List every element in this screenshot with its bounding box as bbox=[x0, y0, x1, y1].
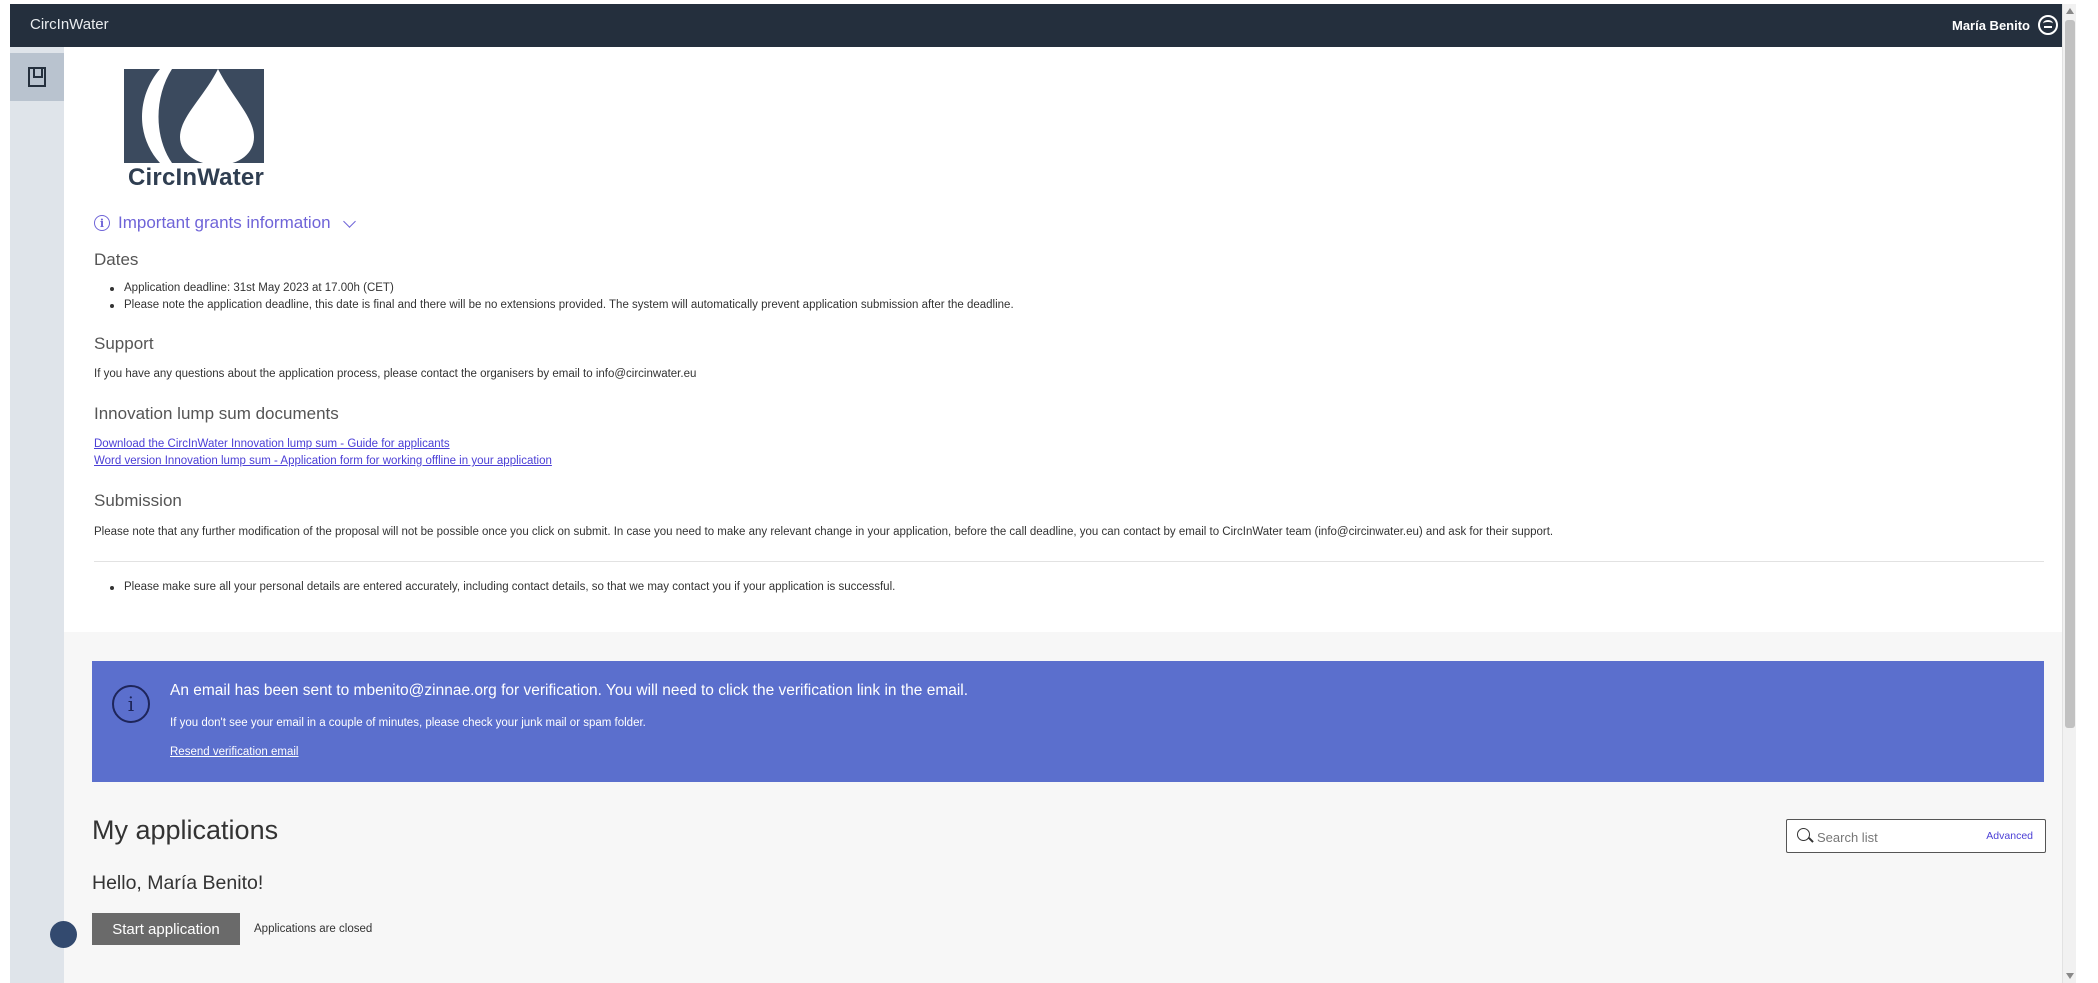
user-menu[interactable]: María Benito bbox=[1952, 15, 2058, 35]
bookmark-icon bbox=[28, 67, 46, 87]
info-icon: i bbox=[94, 215, 110, 231]
verification-message: An email has been sent to mbenito@zinnae… bbox=[170, 682, 969, 699]
sidebar bbox=[10, 47, 64, 983]
scrollbar[interactable] bbox=[2062, 4, 2076, 983]
submission-title: Submission bbox=[94, 491, 182, 510]
grants-info-panel: CircInWater i Important grants informati… bbox=[64, 47, 2062, 632]
app-frame: CircInWater María Benito CircInWater i I… bbox=[10, 4, 2076, 983]
greeting: Hello, María Benito! bbox=[92, 872, 264, 894]
applications-status-note: Applications are closed bbox=[254, 923, 373, 935]
search-icon bbox=[1797, 828, 1810, 841]
sidebar-item-applications[interactable] bbox=[10, 53, 64, 101]
support-text: If you have any questions about the appl… bbox=[94, 368, 697, 380]
search-input[interactable] bbox=[1817, 827, 1967, 847]
user-avatar-icon[interactable] bbox=[2038, 15, 2058, 35]
submission-text: Please note that any further modificatio… bbox=[94, 526, 1554, 538]
scrollbar-thumb[interactable] bbox=[2065, 20, 2075, 728]
divider bbox=[94, 561, 2044, 562]
page-title: My applications bbox=[92, 815, 279, 845]
list-item: Please make sure all your personal detai… bbox=[108, 579, 895, 596]
dates-list: Application deadline: 31st May 2023 at 1… bbox=[108, 280, 1014, 314]
start-application-button[interactable]: Start application bbox=[92, 913, 240, 945]
search-list-field[interactable]: Advanced bbox=[1786, 819, 2046, 853]
documents-title: Innovation lump sum documents bbox=[94, 404, 339, 423]
support-title: Support bbox=[94, 334, 154, 353]
chevron-down-icon[interactable] bbox=[342, 214, 356, 228]
top-bar: CircInWater María Benito bbox=[10, 4, 2076, 47]
verification-subtext: If you don't see your email in a couple … bbox=[170, 717, 646, 729]
advanced-search-link[interactable]: Advanced bbox=[1986, 830, 2033, 842]
grants-info-toggle[interactable]: i Important grants information bbox=[94, 213, 356, 233]
user-name[interactable]: María Benito bbox=[1952, 18, 2030, 33]
grants-info-label[interactable]: Important grants information bbox=[118, 213, 331, 233]
info-icon: i bbox=[112, 685, 150, 723]
list-item: Please note the application deadline, th… bbox=[108, 297, 1014, 314]
submission-notes: Please make sure all your personal detai… bbox=[108, 579, 895, 596]
application-form-link[interactable]: Word version Innovation lump sum - Appli… bbox=[94, 455, 552, 467]
help-bubble[interactable] bbox=[50, 921, 77, 948]
verification-banner: i An email has been sent to mbenito@zinn… bbox=[92, 661, 2044, 782]
list-item: Application deadline: 31st May 2023 at 1… bbox=[108, 280, 1014, 297]
dates-title: Dates bbox=[94, 250, 139, 269]
scroll-down-icon[interactable] bbox=[2066, 973, 2074, 979]
scroll-up-icon[interactable] bbox=[2066, 8, 2074, 14]
app-name[interactable]: CircInWater bbox=[30, 16, 109, 33]
logo-text: CircInWater bbox=[128, 164, 265, 191]
resend-verification-link[interactable]: Resend verification email bbox=[170, 746, 298, 758]
guide-download-link[interactable]: Download the CircInWater Innovation lump… bbox=[94, 438, 450, 450]
